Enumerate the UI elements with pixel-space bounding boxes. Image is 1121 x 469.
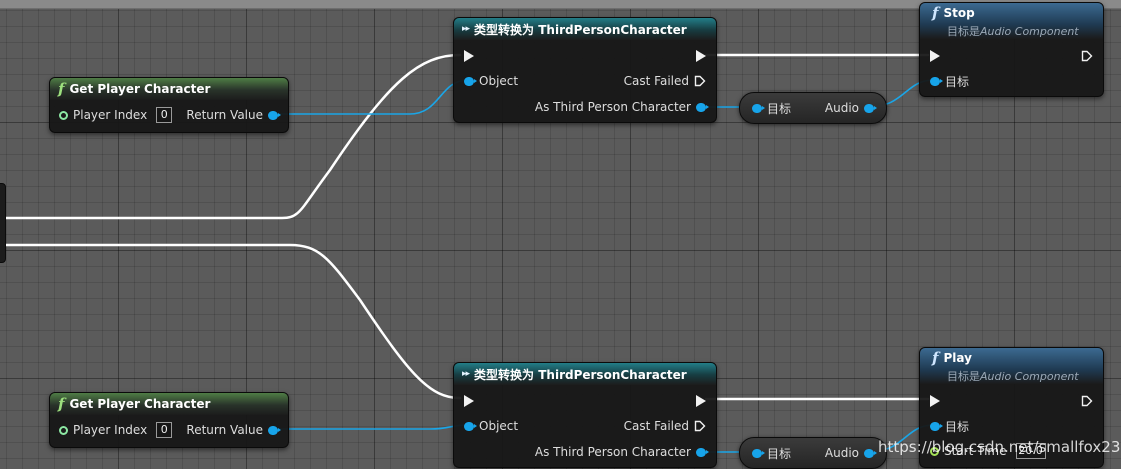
function-icon: f [932, 348, 939, 367]
node-title: Stop [943, 5, 975, 20]
object-pin-icon[interactable] [268, 110, 281, 120]
pin-label: As Third Person Character [534, 445, 691, 459]
player-index-pin[interactable]: Player Index 0 [59, 422, 173, 438]
integer-pin-icon[interactable] [59, 110, 68, 120]
cast-to-third-person-character-node-1[interactable]: ▸▸ 类型转换为 ThirdPersonCharacter Object Cas… [453, 17, 717, 123]
stop-audio-node[interactable]: f Stop 目标是Audio Component 目标 [919, 2, 1104, 97]
target-pin[interactable]: 目标 [752, 100, 796, 116]
stop-node-header: f Stop 目标是Audio Component [920, 3, 1103, 39]
exec-in-pin[interactable] [464, 393, 474, 409]
pin-label: 目标 [767, 446, 792, 461]
function-icon: f [58, 80, 65, 98]
object-pin-icon[interactable] [464, 421, 477, 431]
pin-label: Return Value [186, 108, 263, 122]
pin-label: Return Value [186, 423, 263, 437]
pin-label: 目标 [945, 74, 970, 89]
object-pin-icon[interactable] [696, 102, 709, 112]
object-pin-icon[interactable] [864, 103, 877, 113]
get-player-character-node-1[interactable]: f Get Player Character Player Index 0 Re… [49, 77, 289, 133]
pin-label: Object [479, 419, 519, 433]
node-title: 类型转换为 ThirdPersonCharacter [474, 367, 687, 382]
object-pin[interactable]: Object [464, 73, 523, 89]
integer-pin-icon[interactable] [59, 425, 68, 435]
exec-wire-to-cast-2 [2, 243, 462, 400]
player-index-input[interactable]: 0 [156, 107, 173, 123]
get-audio-node-1[interactable]: 目标 Audio [739, 92, 887, 124]
function-icon: f [932, 3, 939, 22]
target-pin[interactable]: 目标 [930, 73, 974, 89]
pin-label: Object [479, 74, 519, 88]
exec-out-icon[interactable] [696, 50, 706, 62]
exec-in-pin[interactable] [930, 393, 940, 409]
return-value-pin[interactable]: Return Value [181, 422, 281, 438]
pin-label: 目标 [945, 419, 970, 434]
exec-out-icon[interactable] [696, 395, 706, 407]
pin-label: Cast Failed [623, 419, 689, 433]
object-pin-icon[interactable] [464, 76, 477, 86]
object-pin[interactable]: Object [464, 418, 523, 434]
pin-label: Audio [824, 446, 859, 460]
watermark: https://blog.csdn.net/smallfox233 [878, 438, 1121, 456]
object-pin-icon[interactable] [930, 421, 943, 431]
exec-out-pin[interactable] [1081, 393, 1093, 409]
get-player-character-header: f Get Player Character [50, 393, 288, 415]
pin-label: 目标 [767, 101, 792, 116]
object-pin-icon[interactable] [752, 103, 765, 113]
cast-failed-pin[interactable]: Cast Failed [619, 418, 706, 434]
exec-in-pin[interactable] [464, 48, 474, 64]
target-pin[interactable]: 目标 [930, 418, 974, 434]
return-value-pin[interactable]: Return Value [181, 107, 281, 123]
get-player-character-header: f Get Player Character [50, 78, 288, 100]
player-index-input[interactable]: 0 [156, 422, 173, 438]
target-pin[interactable]: 目标 [752, 445, 796, 461]
cast-node-header: ▸▸ 类型转换为 ThirdPersonCharacter [454, 18, 716, 40]
node-title: Get Player Character [69, 82, 211, 96]
exec-in-icon[interactable] [930, 395, 940, 407]
exec-in-icon[interactable] [464, 395, 474, 407]
exec-in-pin[interactable] [930, 48, 940, 64]
node-title: Play [943, 350, 972, 365]
get-player-character-node-2[interactable]: f Get Player Character Player Index 0 Re… [49, 392, 289, 448]
play-node-header: f Play 目标是Audio Component [920, 348, 1103, 384]
exec-out-hollow-icon[interactable] [694, 75, 706, 87]
node-subtitle: 目标是Audio Component [947, 369, 1079, 383]
cast-icon: ▸▸ [462, 24, 470, 34]
object-pin-icon[interactable] [268, 425, 281, 435]
exec-out-pin[interactable] [1081, 48, 1093, 64]
exec-out-hollow-icon[interactable] [1081, 50, 1093, 62]
cast-icon: ▸▸ [462, 369, 470, 379]
player-index-pin[interactable]: Player Index 0 [59, 107, 173, 123]
exec-out-hollow-icon[interactable] [1081, 395, 1093, 407]
cast-failed-pin[interactable]: Cast Failed [619, 73, 706, 89]
node-title: 类型转换为 ThirdPersonCharacter [474, 22, 687, 37]
audio-out-pin[interactable]: Audio [820, 100, 877, 116]
cast-to-third-person-character-node-2[interactable]: ▸▸ 类型转换为 ThirdPersonCharacter Object Cas… [453, 362, 717, 468]
exec-in-icon[interactable] [930, 50, 940, 62]
exec-in-icon[interactable] [464, 50, 474, 62]
node-subtitle: 目标是Audio Component [947, 24, 1079, 38]
object-pin-icon[interactable] [864, 448, 877, 458]
object-pin-icon[interactable] [930, 76, 943, 86]
object-wire-2 [273, 424, 469, 430]
pin-label: Player Index [73, 423, 148, 437]
exec-out-pin[interactable] [696, 393, 706, 409]
get-audio-node-2[interactable]: 目标 Audio [739, 437, 887, 469]
pin-label: Audio [824, 101, 859, 115]
cast-node-header: ▸▸ 类型转换为 ThirdPersonCharacter [454, 363, 716, 385]
as-third-person-character-pin[interactable]: As Third Person Character [530, 99, 709, 115]
object-pin-icon[interactable] [696, 447, 709, 457]
pin-label: As Third Person Character [534, 100, 691, 114]
as-third-person-character-pin[interactable]: As Third Person Character [530, 444, 709, 460]
offscreen-node-edge [0, 183, 6, 263]
object-pin-icon[interactable] [752, 448, 765, 458]
node-title: Get Player Character [69, 397, 211, 411]
exec-out-hollow-icon[interactable] [694, 420, 706, 432]
function-icon: f [58, 395, 65, 413]
exec-out-pin[interactable] [696, 48, 706, 64]
object-wire-1 [273, 79, 469, 115]
pin-label: Cast Failed [623, 74, 689, 88]
pin-label: Player Index [73, 108, 148, 122]
audio-out-pin[interactable]: Audio [820, 445, 877, 461]
